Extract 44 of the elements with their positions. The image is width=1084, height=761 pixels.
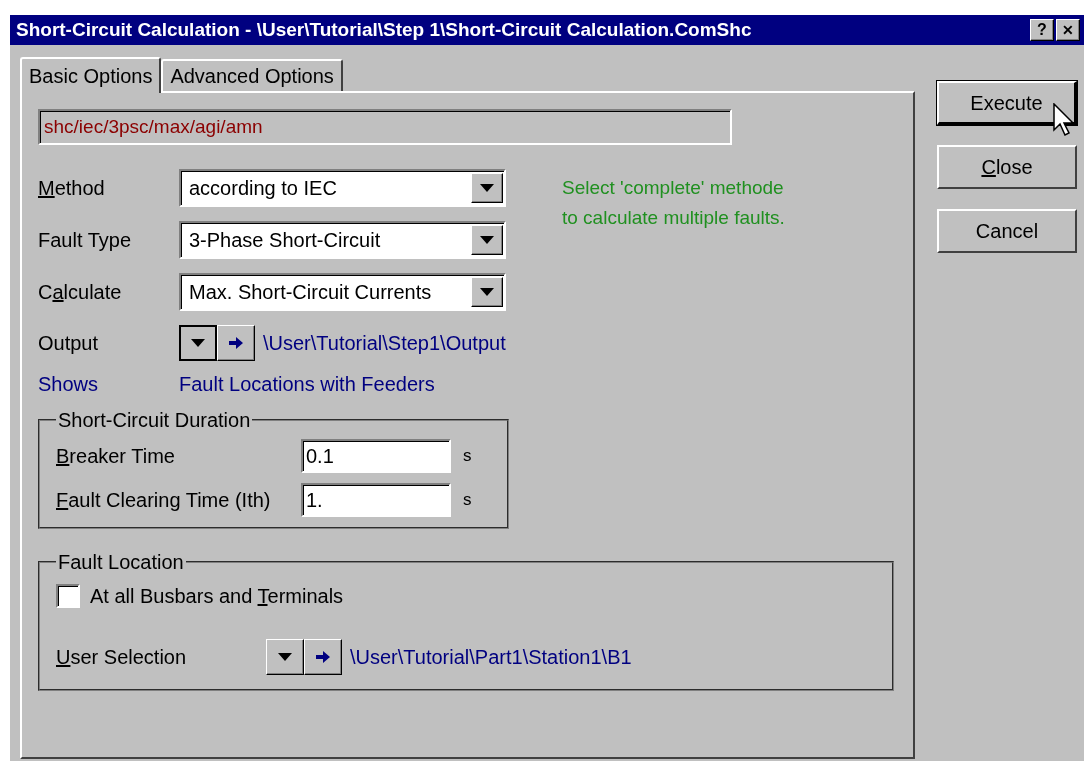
arrow-right-icon xyxy=(316,651,330,663)
field-label: Fault Type xyxy=(38,228,133,253)
select-button[interactable] xyxy=(179,325,217,361)
selection-path-link[interactable]: \User\Tutorial\Part1\Station1\B1 xyxy=(350,642,632,672)
field-label: User Selection xyxy=(56,645,188,670)
dropdown-arrow-icon xyxy=(278,653,292,661)
group-title: Short-Circuit Duration xyxy=(57,408,252,433)
checkbox-label: At all Busbars and Terminals xyxy=(90,584,344,609)
output-path-link[interactable]: \User\Tutorial\Step1\Output xyxy=(263,328,506,358)
field-label: Fault Clearing Time (Ith) xyxy=(56,488,272,513)
tab[interactable]: Advanced Options xyxy=(161,59,343,91)
hint-text: to calculate multiple faults. xyxy=(562,206,785,230)
command-string-field: shc/iec/3psc/max/agi/amn xyxy=(38,109,732,145)
input-field[interactable]: 1. xyxy=(301,483,451,517)
close-button[interactable]: ✕ xyxy=(1056,19,1080,41)
field-label: Method xyxy=(38,176,106,201)
dropdown-arrow-icon xyxy=(191,339,205,347)
dropdown-arrow-icon xyxy=(480,236,494,244)
help-button[interactable]: ? xyxy=(1030,19,1054,41)
field-label: Calculate xyxy=(38,280,123,305)
tab[interactable]: Basic Options xyxy=(20,57,162,93)
dropdown-arrow-icon xyxy=(480,288,494,296)
mouse-cursor-icon xyxy=(1053,103,1075,137)
shows-value: Fault Locations with Feeders xyxy=(179,372,435,397)
group-title: Fault Location xyxy=(57,550,185,575)
dropdown-arrow-icon xyxy=(480,184,494,192)
window-title: Short-Circuit Calculation - \User\Tutorial\Step 1\Short-Circuit Calculation.ComShc xyxy=(16,17,753,42)
dialog-button[interactable]: Close xyxy=(937,145,1077,189)
jump-button[interactable] xyxy=(217,325,255,361)
dialog-button[interactable]: Execute xyxy=(937,81,1077,125)
dialog-button[interactable]: Cancel xyxy=(937,209,1077,253)
checkbox[interactable] xyxy=(56,584,80,608)
field-label: Output xyxy=(38,331,100,356)
unit-label: s xyxy=(463,489,472,512)
dropdown-field[interactable]: Max. Short-Circuit Currents xyxy=(179,273,506,311)
hint-text: Select 'complete' methode xyxy=(562,176,785,200)
arrow-right-icon xyxy=(229,337,243,349)
dropdown-field[interactable]: according to IEC xyxy=(179,169,506,207)
input-field[interactable]: 0.1 xyxy=(301,439,451,473)
shows-label: Shows xyxy=(38,372,100,397)
dropdown-field[interactable]: 3-Phase Short-Circuit xyxy=(179,221,506,259)
unit-label: s xyxy=(463,445,472,468)
jump-button[interactable] xyxy=(304,639,342,675)
field-label: Breaker Time xyxy=(56,444,176,469)
